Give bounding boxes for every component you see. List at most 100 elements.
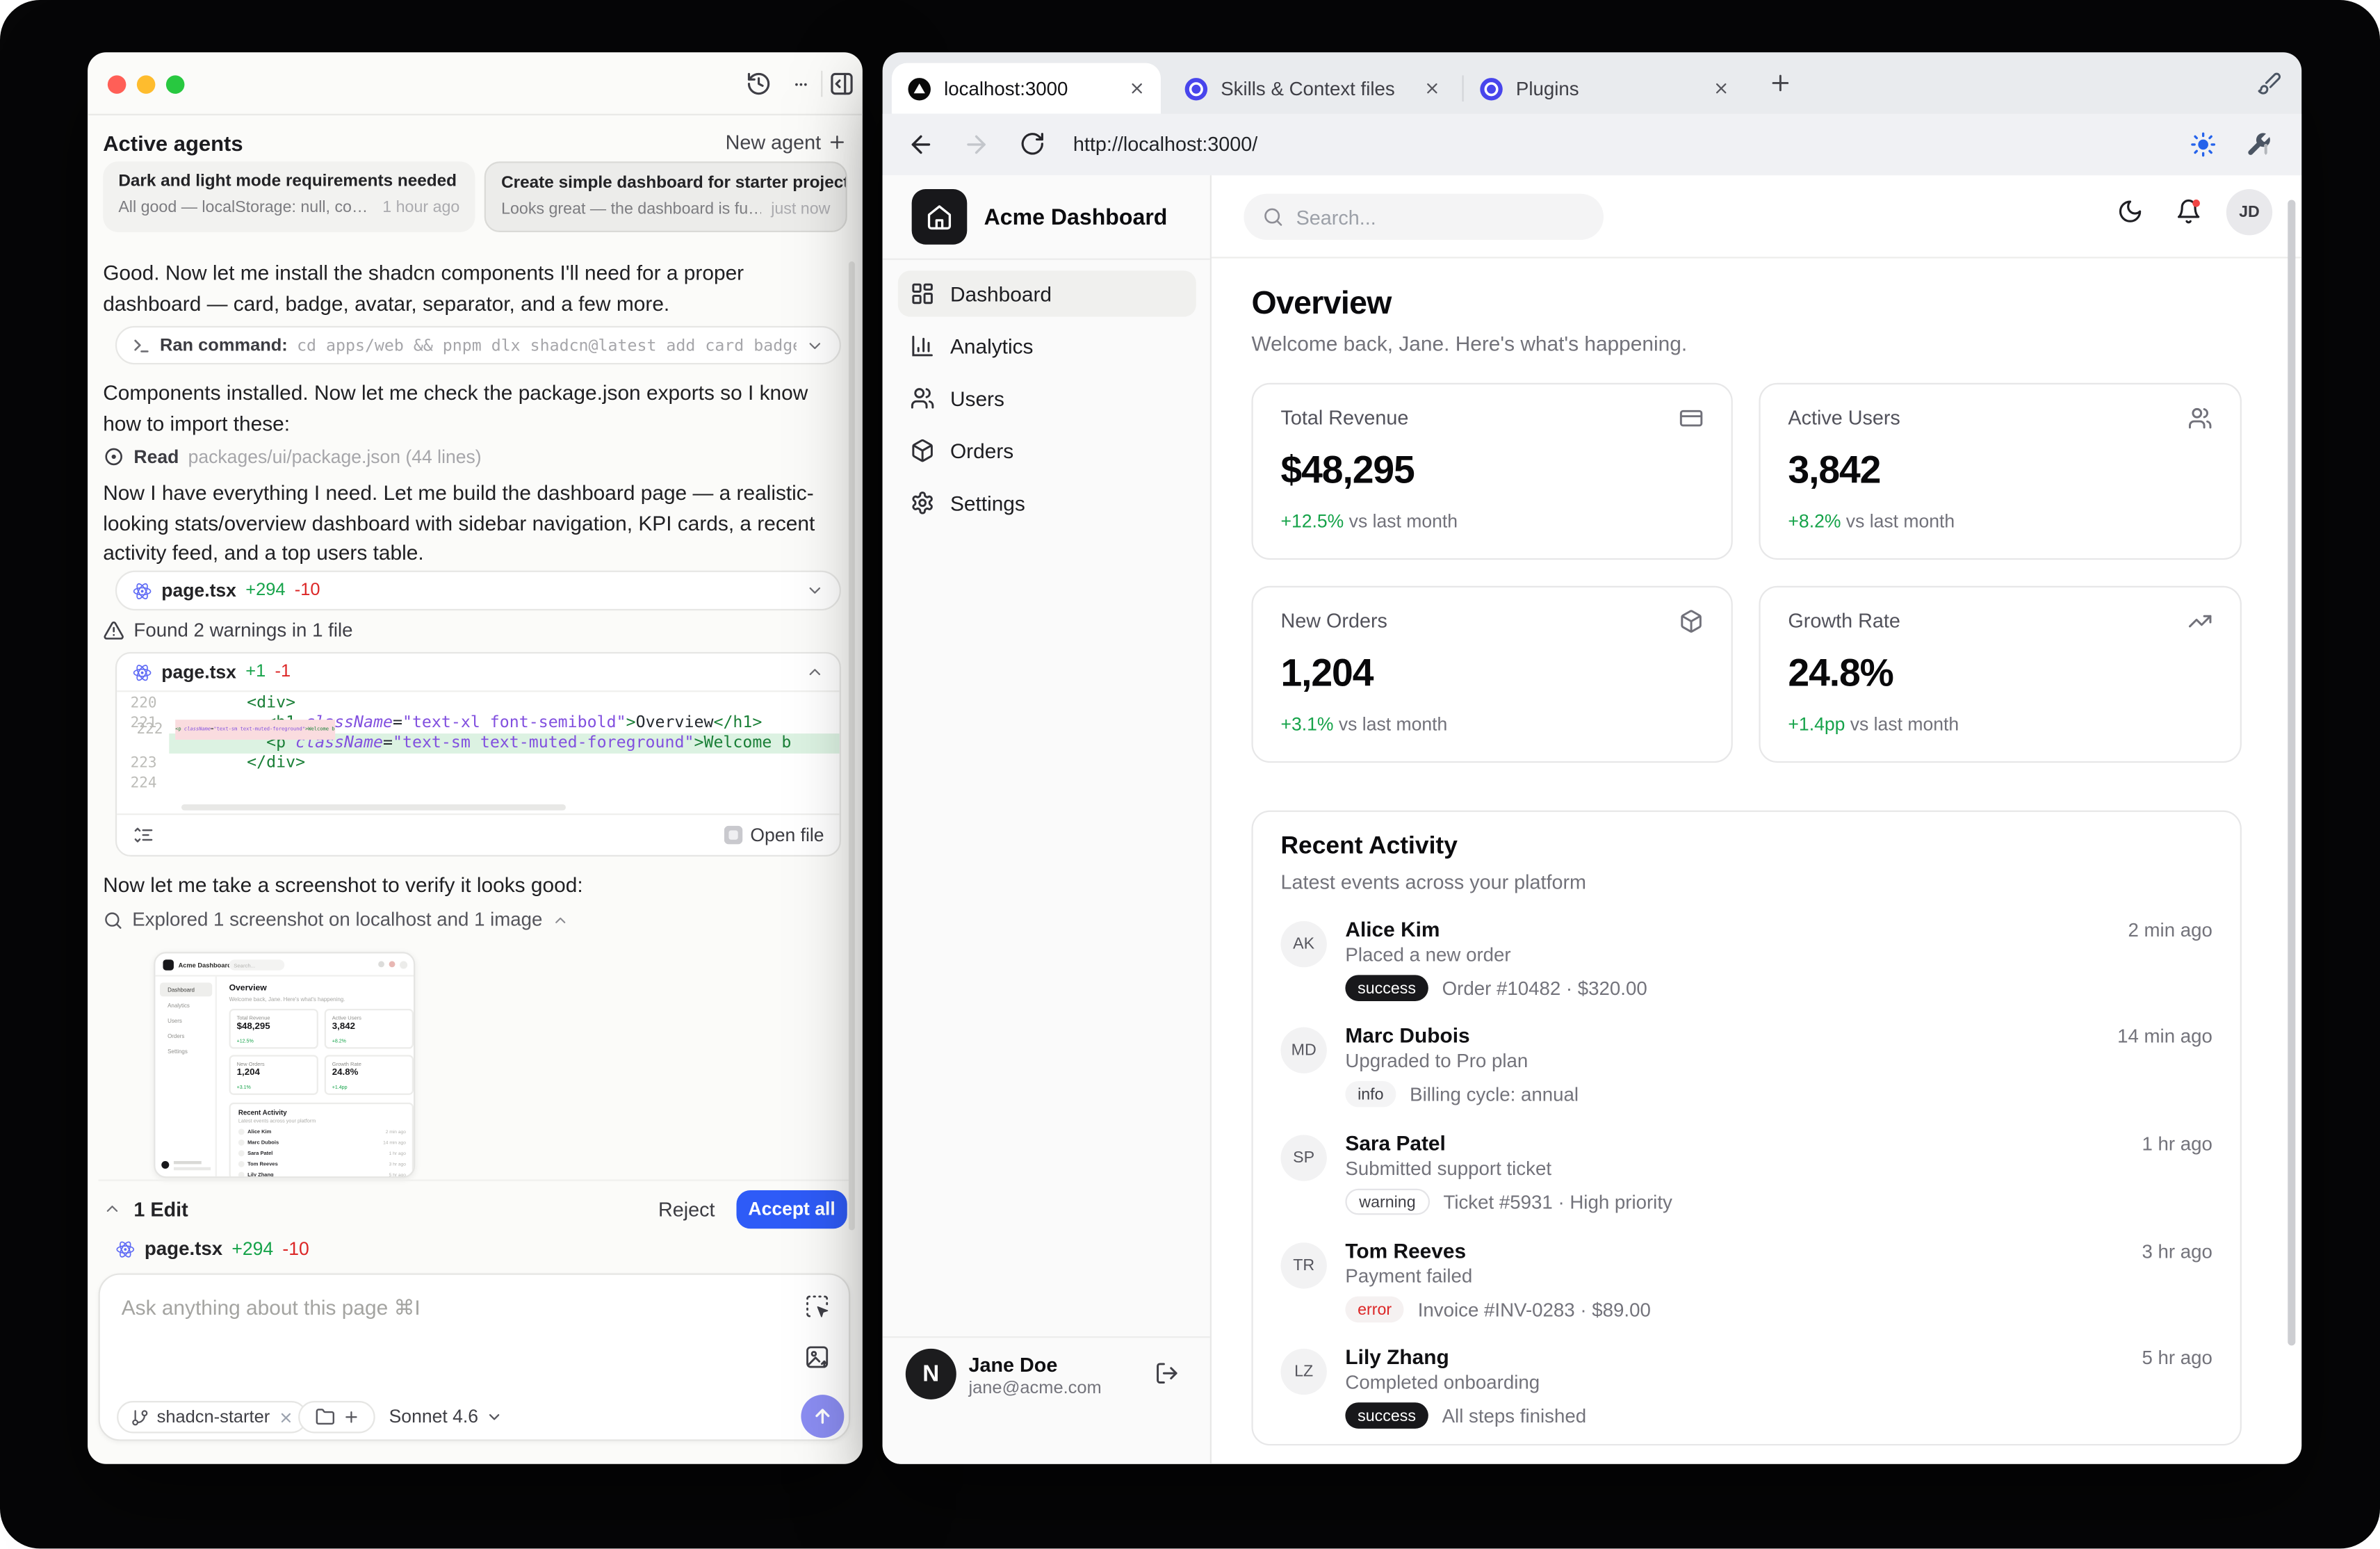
image-upload-icon[interactable] [804,1344,831,1370]
accept-all-button[interactable]: Accept all [736,1189,847,1228]
avatar: AK [1280,921,1327,968]
sidebar-item-settings[interactable]: Settings [898,480,1196,526]
git-branch-icon [132,1409,148,1425]
open-file-button[interactable]: Open file [724,825,824,846]
collapse-panel-icon[interactable] [829,71,855,97]
model-selector[interactable]: Sonnet 4.6 [389,1406,503,1427]
chevron-down-icon [489,1413,500,1420]
ran-command-pill[interactable]: Ran command: cd apps/web && pnpm dlx sha… [115,325,841,365]
warnings-row: Found 2 warnings in 1 file [103,619,353,641]
select-element-icon[interactable] [804,1293,831,1320]
composer-input[interactable]: Ask anything about this page ⌘I [122,1297,421,1321]
close-tab-icon[interactable] [1713,80,1729,97]
user-name: Jane Doe [968,1353,1058,1377]
assistant-message: Now let me take a screenshot to verify i… [103,873,583,897]
assistant-message: Components installed. Now let me check t… [103,381,808,435]
editor-app-icon [724,825,743,845]
account-avatar[interactable]: JD [2226,189,2273,236]
add-folder-chip[interactable] [298,1401,375,1434]
thumb-sidebar: Dashboard Analytics Users Orders Setting… [155,976,217,1177]
activity-row: AK Alice Kim Placed a new order success O… [1280,918,2212,1013]
package-icon [1679,609,1703,633]
tab-localhost[interactable]: localhost:3000 [891,63,1161,114]
code-horizontal-scrollbar[interactable] [181,804,566,811]
explored-row[interactable]: Explored 1 screenshot on localhost and 1… [103,909,569,930]
activity-row: LZ Lily Zhang Completed onboarding succe… [1280,1345,2212,1441]
new-agent-button[interactable]: New agent [726,131,847,154]
broom-icon[interactable] [2257,71,2281,95]
notifications-bell-icon[interactable] [2176,198,2202,225]
url-field[interactable]: http://localhost:3000/ [1073,132,1257,155]
status-badge: error [1345,1296,1404,1323]
claude-tab-icon [1184,76,1208,100]
thumb-main: Overview Welcome back, Jane. Here's what… [217,977,414,1177]
more-options-icon[interactable] [789,77,813,92]
logout-icon[interactable] [1155,1361,1179,1386]
screenshot-thumbnail[interactable]: Acme Dashboard Search... Dashboard Analy… [154,952,416,1178]
search-input[interactable]: Search... [1244,193,1604,241]
status-badge: info [1345,1080,1396,1108]
thumb-topbar: Acme Dashboard Search... [155,953,414,977]
page-scrollbar[interactable] [2288,200,2296,1346]
agent-card-dark-light-mode[interactable]: Dark and light mode requirements needed … [103,161,475,232]
sidebar-divider [882,258,1210,260]
agent-card-dashboard-selected[interactable]: Create simple dashboard for starter proj… [484,161,847,232]
reload-icon[interactable] [1019,131,1045,157]
edited-file-row[interactable]: page.tsx +294 -10 [115,1238,309,1260]
kpi-card-growth-rate: Growth Rate 24.8% +1.4pp vs last month [1759,585,2242,763]
new-tab-icon[interactable] [1768,71,1793,95]
branch-chip[interactable]: shadcn-starter [117,1401,307,1434]
claude-tab-icon [1480,76,1503,100]
tab-skills-context[interactable]: Skills & Context files [1168,63,1456,114]
dark-mode-moon-icon[interactable] [2117,198,2144,225]
history-icon[interactable] [746,71,772,97]
sidebar-item-orders[interactable]: Orders [898,428,1196,473]
arrow-up-icon [815,1409,830,1424]
panel-title: Active agents [103,131,243,156]
expand-lines-icon[interactable] [132,825,154,846]
bar-chart-icon [912,335,933,357]
sidebar-item-dashboard[interactable]: Dashboard [897,270,1196,317]
page-title: Overview [1251,286,1392,322]
send-button[interactable] [801,1395,845,1438]
close-tab-icon[interactable] [1424,80,1440,97]
composer: Ask anything about this page ⌘I shadcn-s… [98,1273,851,1441]
chevron-down-icon [809,587,821,594]
dashboard-sidebar: Acme Dashboard Dashboard Analytics Users… [882,175,1212,1464]
chevron-up-icon [809,669,821,676]
sidebar-item-users[interactable]: Users [898,375,1196,421]
status-badge: success [1345,975,1428,1001]
read-file-row[interactable]: Read packages/ui/package.json (44 lines) [103,446,482,467]
titlebar-divider [821,70,823,97]
close-tab-icon[interactable] [1129,80,1146,97]
folder-icon [315,1409,334,1425]
plus-icon [830,136,844,149]
recent-activity-card: Recent Activity Latest events across you… [1251,810,2242,1446]
users-icon [911,388,934,409]
assistant-message: Good. Now let me install the shadcn comp… [103,261,744,315]
chevron-up-icon[interactable] [103,1199,122,1218]
minimize-window-button[interactable] [136,75,156,94]
panel-scrollbar[interactable] [848,261,855,1231]
react-icon [133,664,152,681]
user-email: jane@acme.com [968,1379,1102,1398]
devtools-wrench-icon[interactable] [2244,131,2272,159]
theme-sun-icon[interactable] [2190,131,2217,159]
file-change-pill[interactable]: page.tsx +294 -10 [115,570,841,611]
tab-plugins[interactable]: Plugins [1464,63,1745,114]
back-icon[interactable] [907,131,935,159]
dashboard-topbar: Search... JD [1211,175,2302,259]
avatar: SP [1280,1135,1327,1181]
screen: Active agents New agent Dark and light m… [0,0,2380,1549]
package-icon [912,439,933,462]
sidebar-item-analytics[interactable]: Analytics [898,323,1196,368]
search-icon [105,911,122,928]
code-diff-header[interactable]: page.tsx +1 -1 [117,654,840,692]
reject-button[interactable]: Reject [658,1197,715,1220]
maximize-window-button[interactable] [165,75,185,94]
close-window-button[interactable] [107,75,127,94]
chevron-down-icon [809,342,821,348]
code-diff-block: page.tsx +1 -1 220 <div> 221 <h1 classNa… [115,651,841,857]
forward-icon[interactable] [963,131,991,159]
user-avatar[interactable]: N [905,1348,956,1400]
